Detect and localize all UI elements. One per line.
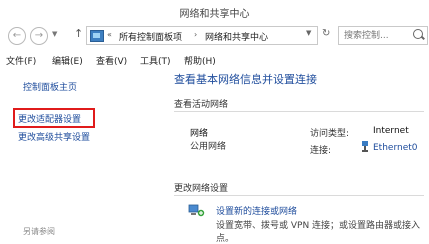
breadcrumb-all-control-panel-items[interactable]: 所有控制面板项 <box>119 30 182 43</box>
active-networks-title: 查看活动网络 <box>174 100 229 110</box>
divider <box>174 111 424 112</box>
network-type-link[interactable]: 公用网络 <box>190 139 226 152</box>
forward-button[interactable]: → <box>30 27 48 45</box>
search-box[interactable] <box>338 26 428 45</box>
refresh-button[interactable]: ↻ <box>322 28 330 39</box>
breadcrumb-root-separator[interactable]: « <box>107 30 112 39</box>
window-title: 网络和共享中心 <box>179 9 250 20</box>
breadcrumb-separator[interactable]: › <box>194 30 197 39</box>
recent-locations-chevron-icon[interactable]: ▼ <box>52 30 57 38</box>
address-toolbar: ← → ▼ ↑ « 所有控制面板项 › 网络和共享中心 ▼ ↻ <box>0 22 429 48</box>
menu-file[interactable]: 文件(F) <box>6 54 36 67</box>
sidebar: 控制面板主页 更改适配器设置 更改高级共享设置 另请参阅 <box>0 68 160 241</box>
sidebar-link-control-panel-home[interactable]: 控制面板主页 <box>23 80 77 93</box>
connections-label: 连接: <box>310 146 332 156</box>
network-name: 网络 <box>190 129 209 139</box>
highlight-box <box>13 108 95 128</box>
search-icon[interactable] <box>413 29 423 39</box>
setup-new-connection-link[interactable]: 设置新的连接或网络 <box>216 204 297 217</box>
title-bar: 网络和共享中心 <box>0 0 429 23</box>
change-settings-title: 更改网络设置 <box>174 184 229 194</box>
sidebar-link-change-advanced-sharing[interactable]: 更改高级共享设置 <box>18 130 90 143</box>
back-button[interactable]: ← <box>8 27 26 45</box>
arrow-left-icon: ← <box>12 30 22 41</box>
arrow-right-icon: → <box>34 30 44 41</box>
menu-tools[interactable]: 工具(T) <box>140 54 171 67</box>
address-dropdown-chevron-icon[interactable]: ▼ <box>306 29 311 37</box>
menu-view[interactable]: 查看(V) <box>96 54 127 67</box>
menu-help[interactable]: 帮助(H) <box>184 54 216 67</box>
page-title: 查看基本网络信息并设置连接 <box>174 73 317 86</box>
up-button[interactable]: ↑ <box>74 27 83 40</box>
ethernet-connection-link[interactable]: Ethernet0 <box>373 143 418 153</box>
refresh-icon: ↻ <box>322 28 331 39</box>
access-type-label: 访问类型: <box>310 129 350 139</box>
setup-connection-description: 设置宽带、拨号或 VPN 连接；或设置路由器或接入 <box>216 221 421 231</box>
ethernet-icon <box>362 141 368 152</box>
menu-bar: 文件(F) 编辑(E) 查看(V) 工具(T) 帮助(H) <box>0 52 429 68</box>
see-also-label: 另请参阅 <box>23 227 55 236</box>
address-bar[interactable]: « 所有控制面板项 › 网络和共享中心 <box>86 26 318 45</box>
access-type-value: Internet <box>373 126 409 136</box>
divider <box>174 195 424 196</box>
setup-connection-description-cont: 点。 <box>216 234 235 244</box>
menu-edit[interactable]: 编辑(E) <box>52 54 83 67</box>
control-panel-icon <box>90 30 104 42</box>
network-setup-icon <box>188 204 205 217</box>
main-content: 查看基本网络信息并设置连接 查看活动网络 网络 公用网络 访问类型: Inter… <box>160 68 429 244</box>
breadcrumb-network-sharing-center[interactable]: 网络和共享中心 <box>205 30 268 43</box>
search-input[interactable] <box>342 28 414 44</box>
